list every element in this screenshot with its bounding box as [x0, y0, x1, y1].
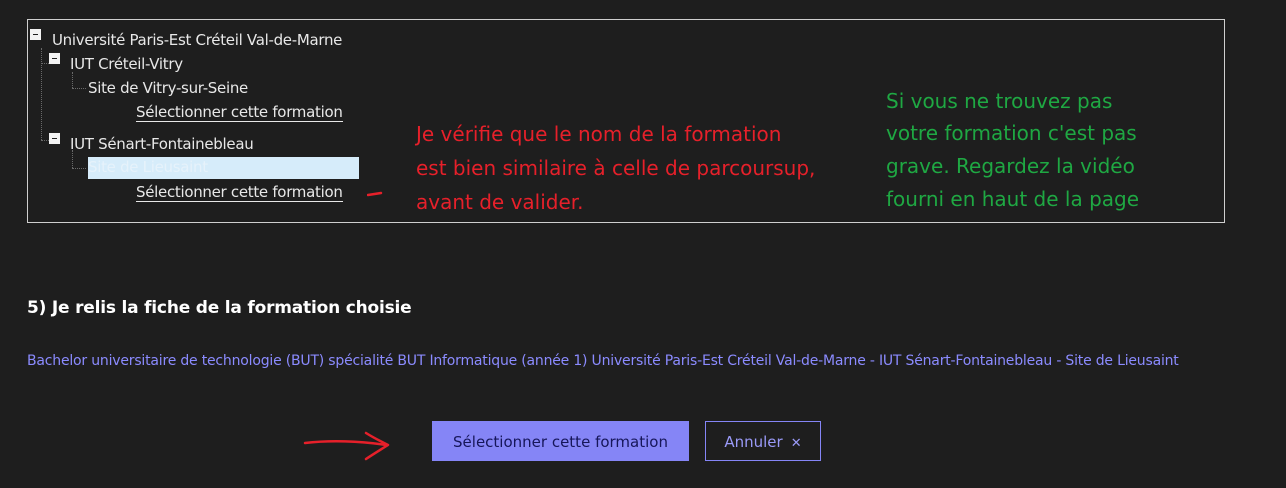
page: Université Paris-Est Créteil Val-de-Marn…	[0, 0, 1286, 488]
red-annotation-line: avant de valider.	[416, 190, 584, 214]
formation-fiche-text: Bachelor universitaire de technologie (B…	[27, 353, 1179, 369]
collapse-root-toggle[interactable]	[30, 29, 41, 40]
green-annotation-line: Si vous ne trouvez pas	[886, 89, 1113, 113]
select-formation-vitry-link[interactable]: Sélectionner cette formation	[136, 103, 343, 122]
cancel-button-label: Annuler	[724, 433, 783, 451]
section-title: 5) Je relis la fiche de la formation cho…	[27, 298, 412, 318]
tree-node-iut-senart[interactable]: IUT Sénart-Fontainebleau	[70, 134, 254, 154]
tree-connector	[72, 88, 86, 89]
red-annotation-line: est bien similaire à celle de parcoursup…	[416, 156, 816, 180]
tree-connector	[41, 48, 42, 140]
collapse-iut-senart-toggle[interactable]	[49, 133, 60, 144]
tree-connector	[72, 72, 73, 88]
red-annotation-line: Je vérifie que le nom de la formation	[416, 122, 782, 146]
red-arrow-annotation	[303, 431, 390, 461]
tree-site-lieusaint-selected[interactable]: Site de Lieusaint	[88, 157, 359, 179]
green-annotation-line: grave. Regardez la vidéo	[886, 154, 1135, 178]
collapse-iut-creteil-toggle[interactable]	[49, 53, 60, 64]
green-annotation-line: votre formation c'est pas	[886, 121, 1137, 145]
tree-site-vitry[interactable]: Site de Vitry-sur-Seine	[88, 78, 248, 98]
select-formation-lieusaint-link[interactable]: Sélectionner cette formation	[136, 183, 343, 202]
confirm-select-formation-button[interactable]: Sélectionner cette formation	[432, 421, 689, 461]
tree-connector	[41, 140, 49, 141]
tree-root-label[interactable]: Université Paris-Est Créteil Val-de-Marn…	[52, 30, 342, 50]
tree-node-iut-creteil[interactable]: IUT Créteil-Vitry	[70, 54, 183, 74]
green-annotation-line: fourni en haut de la page	[886, 187, 1140, 211]
tree-connector	[72, 168, 86, 169]
close-icon: ✕	[790, 436, 802, 451]
red-marker-dash	[367, 191, 383, 197]
tree-connector	[41, 63, 49, 64]
cancel-button[interactable]: Annuler ✕	[705, 421, 821, 461]
